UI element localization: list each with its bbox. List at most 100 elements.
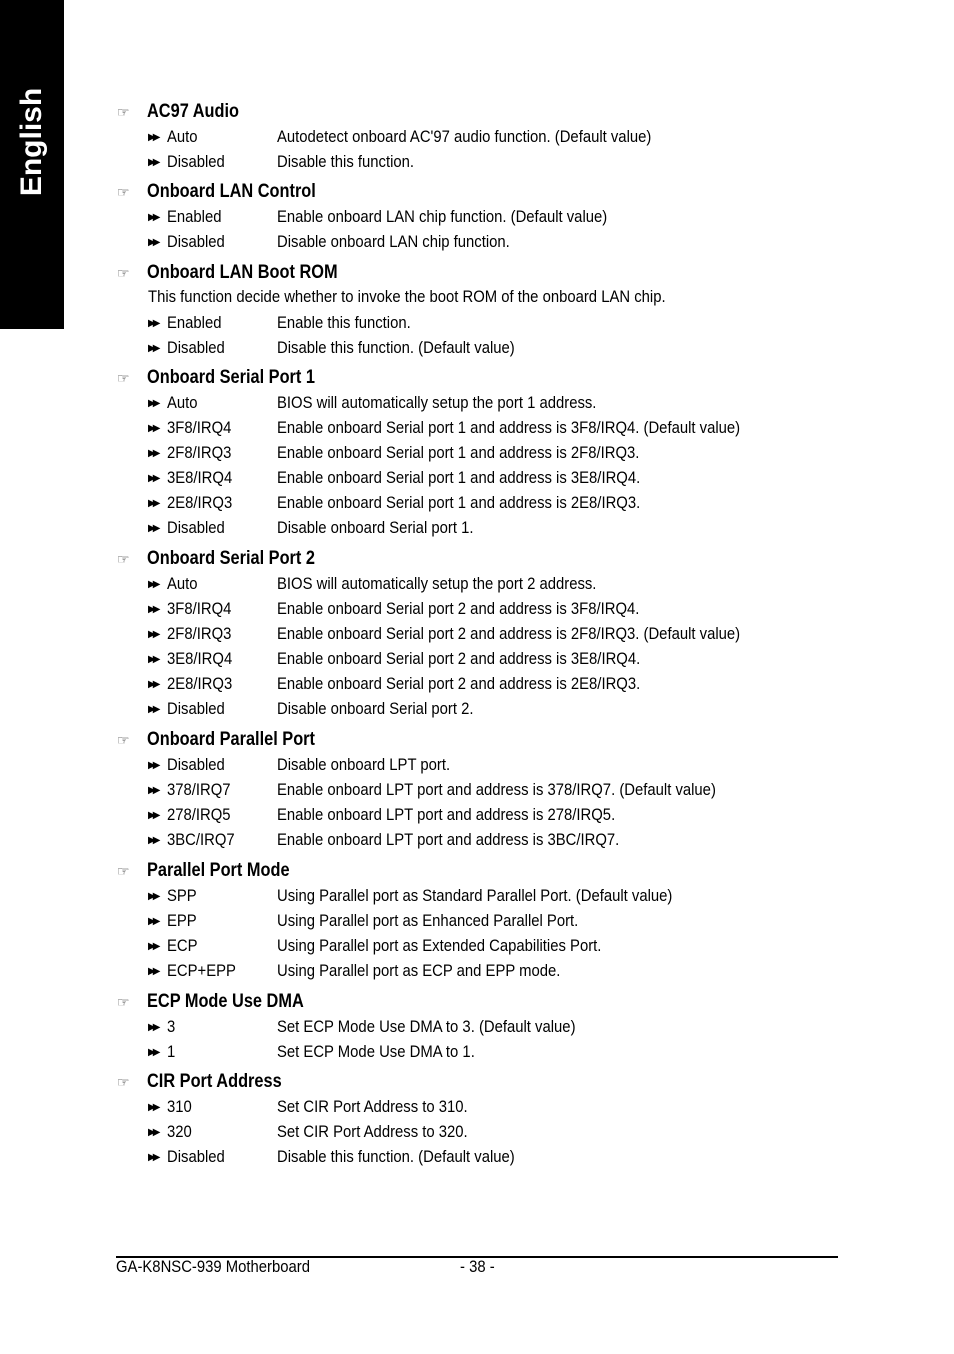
option-row: ▶▶ Disabled Disable onboard LPT port. [148,754,848,776]
pointing-hand-icon: ☞ [117,993,130,1010]
option-label: Disabled [167,152,225,171]
option-label: Auto [167,574,198,593]
double-arrow-icon: ▶▶ [148,890,160,902]
section-title: CIR Port Address [147,1071,282,1092]
option-label: Disabled [167,1147,225,1166]
option-description: Enable onboard Serial port 1 and address… [277,493,641,512]
option-label: 3E8/IRQ4 [167,468,233,487]
double-arrow-icon: ▶▶ [148,211,160,223]
option-row: ▶▶ 3BC/IRQ7 Enable onboard LPT port and ad… [148,829,848,851]
option-row: ▶▶ 378/IRQ7 Enable onboard LPT port and ad… [148,779,848,801]
option-label: SPP [167,886,197,905]
pointing-hand-icon: ☞ [117,731,130,748]
option-label: 2F8/IRQ3 [167,443,232,462]
option-description: Using Parallel port as ECP and EPP mode. [277,961,561,980]
option-row: ▶▶ 3F8/IRQ4 Enable onboard Serial port 1 a… [148,417,848,439]
option-description: Set ECP Mode Use DMA to 3. (Default valu… [277,1017,576,1036]
option-label: 2F8/IRQ3 [167,624,232,643]
option-row: ▶▶ Disabled Disable this function. [148,151,848,173]
double-arrow-icon: ▶▶ [148,653,160,665]
pointing-hand-icon: ☞ [117,103,130,120]
option-row: ▶▶ 3E8/IRQ4 Enable onboard Serial port 2 a… [148,648,848,670]
double-arrow-icon: ▶▶ [148,834,160,846]
option-label: Disabled [167,519,225,537]
pointing-hand-icon: ☞ [117,1073,130,1090]
section-title: Onboard Serial Port 1 [147,367,315,388]
option-label: 3E8/IRQ4 [167,649,233,668]
section-heading: ☞ CIR Port Address [117,1070,304,1094]
pointing-hand-icon: ☞ [117,369,130,386]
option-description: Disable onboard Serial port 2. [277,700,474,718]
option-description: Enable onboard LAN chip function. (Defau… [277,207,608,226]
option-label: 3F8/IRQ4 [167,599,232,618]
option-description: Enable onboard Serial port 1 and address… [277,418,741,437]
option-label: ECP [167,936,198,955]
double-arrow-icon: ▶▶ [148,497,160,509]
double-arrow-icon: ▶▶ [148,759,160,771]
option-row: ▶▶ Enabled Enable this function. [148,312,848,334]
double-arrow-icon: ▶▶ [148,809,160,821]
section-heading: ☞ Onboard Serial Port 2 [117,547,342,571]
option-row: ▶▶ 320 Set CIR Port Address to 320. [148,1121,848,1143]
double-arrow-icon: ▶▶ [148,156,160,168]
pointing-hand-icon: ☞ [117,862,130,879]
double-arrow-icon: ▶▶ [148,1101,160,1113]
section-title: Onboard LAN Boot ROM [147,262,338,283]
pointing-hand-icon: ☞ [117,183,130,200]
double-arrow-icon: ▶▶ [148,236,160,248]
option-row: ▶▶ 3 Set ECP Mode Use DMA to 3. (Default v… [148,1016,848,1038]
section-heading: ☞ ECP Mode Use DMA [117,990,329,1014]
option-row: ▶▶ 2E8/IRQ3 Enable onboard Serial port 2 a… [148,673,848,695]
option-label: 278/IRQ5 [167,805,231,824]
option-description: Using Parallel port as Standard Parallel… [277,886,673,905]
option-label: 3F8/IRQ4 [167,418,232,437]
option-row: ▶▶ Disabled Disable this function. (Defaul… [148,1146,848,1168]
section-title: Onboard Parallel Port [147,729,315,750]
section-heading: ☞ Onboard LAN Boot ROM [117,261,369,285]
double-arrow-icon: ▶▶ [148,447,160,459]
option-label: 310 [167,1097,192,1116]
double-arrow-icon: ▶▶ [148,472,160,484]
option-label: Auto [167,393,198,412]
pointing-hand-icon: ☞ [117,264,130,281]
option-description: Set CIR Port Address to 310. [277,1097,468,1116]
option-description: Enable onboard Serial port 2 and address… [277,649,641,668]
section-title: Parallel Port Mode [147,860,290,881]
option-label: 3BC/IRQ7 [167,830,235,849]
double-arrow-icon: ▶▶ [148,578,160,590]
option-label: Disabled [167,232,225,251]
section-title: ECP Mode Use DMA [147,991,304,1012]
option-description: Disable this function. (Default value) [277,338,515,357]
option-label: 320 [167,1122,192,1141]
option-description: Enable onboard LPT port and address is 2… [277,805,616,824]
option-row: ▶▶ Disabled Disable onboard Serial port 1. [148,518,848,540]
option-description: Enable onboard Serial port 2 and address… [277,674,641,693]
option-description: Enable onboard Serial port 2 and address… [277,599,640,618]
section-heading: ☞ Parallel Port Mode [117,859,313,883]
double-arrow-icon: ▶▶ [148,628,160,640]
option-label: Enabled [167,207,222,226]
option-description: Disable this function. (Default value) [277,1147,515,1166]
section-description: This function decide whether to invoke t… [148,288,666,306]
double-arrow-icon: ▶▶ [148,704,160,715]
double-arrow-icon: ▶▶ [148,678,160,690]
section-heading: ☞ Onboard LAN Control [117,180,343,204]
double-arrow-icon: ▶▶ [148,915,160,927]
option-row: ▶▶ Disabled Disable this function. (Defaul… [148,337,848,359]
double-arrow-icon: ▶▶ [148,342,160,354]
option-row: ▶▶ 1 Set ECP Mode Use DMA to 1. [148,1041,848,1063]
section-heading: ☞ AC97 Audio [117,100,254,124]
option-label: Disabled [167,338,225,357]
double-arrow-icon: ▶▶ [148,1046,160,1058]
footer-page-number: - 38 - [460,1258,495,1276]
option-row: ▶▶ 278/IRQ5 Enable onboard LPT port and ad… [148,804,848,826]
option-row: ▶▶ SPP Using Parallel port as Standard Par… [148,885,848,907]
option-description: Enable onboard LPT port and address is 3… [277,780,716,799]
option-label: EPP [167,911,197,930]
option-row: ▶▶ 2F8/IRQ3 Enable onboard Serial port 2 a… [148,623,848,645]
option-row: ▶▶ EPP Using Parallel port as Enhanced Par… [148,910,848,932]
double-arrow-icon: ▶▶ [148,965,160,977]
option-description: Disable this function. [277,152,415,171]
section-title: Onboard LAN Control [147,181,316,202]
option-description: BIOS will automatically setup the port 2… [277,574,597,593]
